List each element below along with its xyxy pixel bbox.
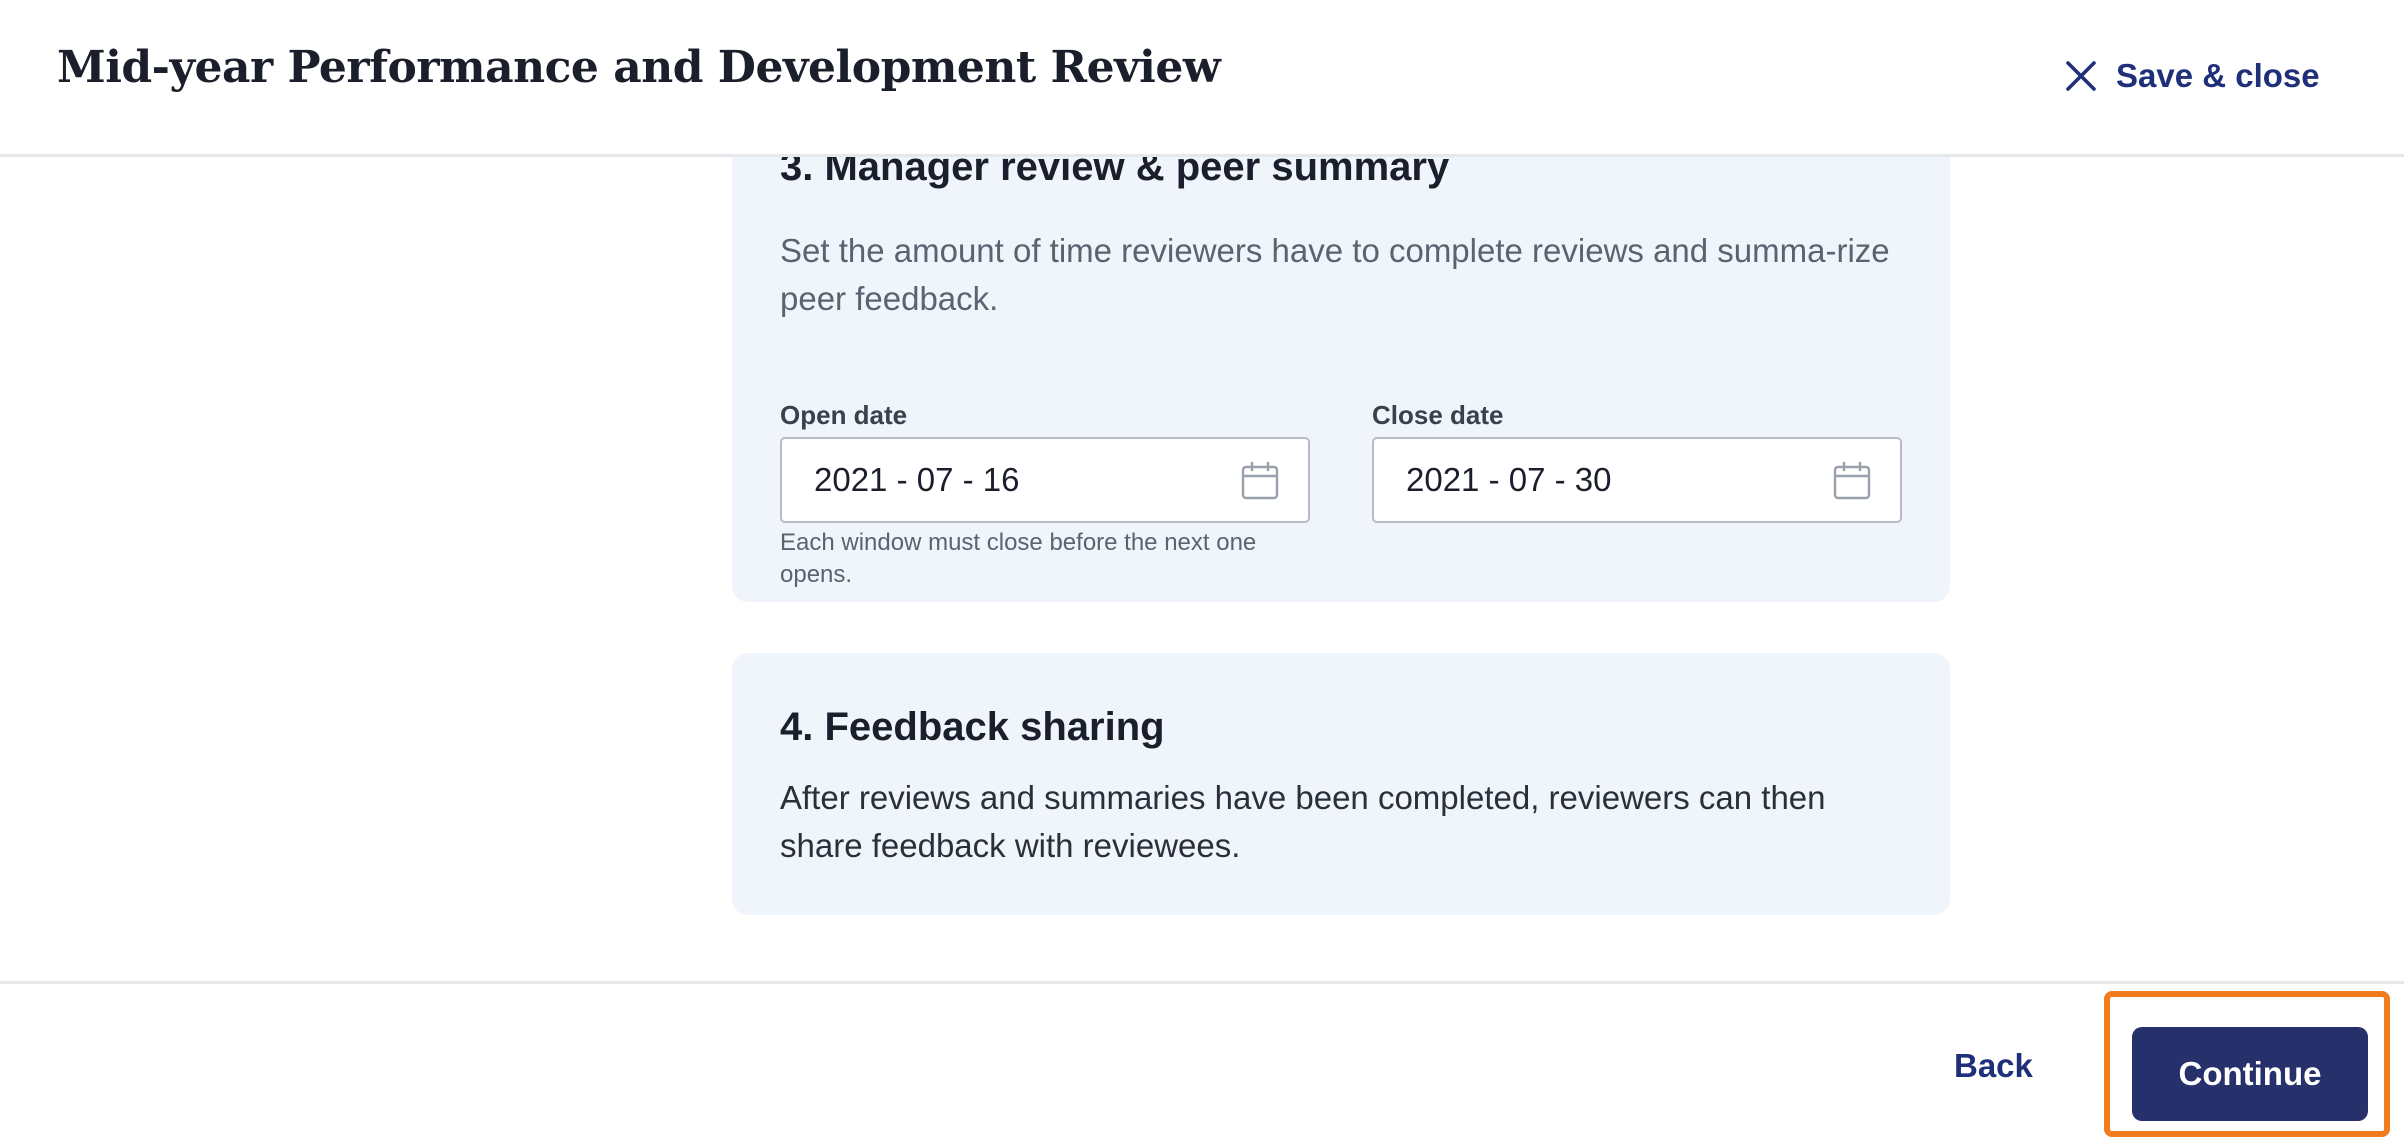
save-and-close-button[interactable]: Save & close [2064, 52, 2320, 100]
content-area: 3. Manager review & peer summary Set the… [0, 157, 2404, 981]
section-title: 4. Feedback sharing [780, 705, 1165, 749]
section-description: Set the amount of time reviewers have to… [780, 232, 1890, 317]
section-description: After reviews and summaries have been co… [780, 779, 1826, 864]
open-date-help-text: Each window must close before the next o… [780, 529, 1257, 588]
calendar-icon[interactable] [1238, 459, 1282, 503]
back-button[interactable]: Back [1954, 1047, 2033, 1085]
close-date-input[interactable]: 2021 - 07 - 30 [1372, 437, 1902, 523]
close-date-label: Close date [1372, 400, 1504, 430]
section-manager-review: 3. Manager review & peer summary Set the… [732, 157, 1950, 602]
close-date-value: 2021 - 07 - 30 [1406, 461, 1612, 498]
save-and-close-label: Save & close [2116, 57, 2320, 94]
section-feedback-sharing: 4. Feedback sharing After reviews and su… [732, 653, 1950, 915]
open-date-value: 2021 - 07 - 16 [814, 461, 1020, 498]
page-header: Mid-year Performance and Development Rev… [0, 0, 2404, 157]
review-setup-page: 3. Manager review & peer summary Set the… [0, 0, 2404, 1138]
open-date-label: Open date [780, 400, 908, 430]
calendar-icon[interactable] [1830, 459, 1874, 503]
page-title: Mid-year Performance and Development Rev… [57, 42, 1221, 93]
close-icon [2064, 59, 2098, 93]
continue-highlight: Continue [2104, 991, 2390, 1137]
section-title: 3. Manager review & peer summary [780, 157, 1450, 189]
close-date-field: Close date 2021 - 07 - 30 [1372, 399, 1902, 523]
page-footer: Back Continue [0, 981, 2404, 1138]
open-date-field: Open date 2021 - 07 - 16 Each window mus… [780, 399, 1310, 591]
continue-button[interactable]: Continue [2132, 1027, 2368, 1121]
open-date-input[interactable]: 2021 - 07 - 16 [780, 437, 1310, 523]
